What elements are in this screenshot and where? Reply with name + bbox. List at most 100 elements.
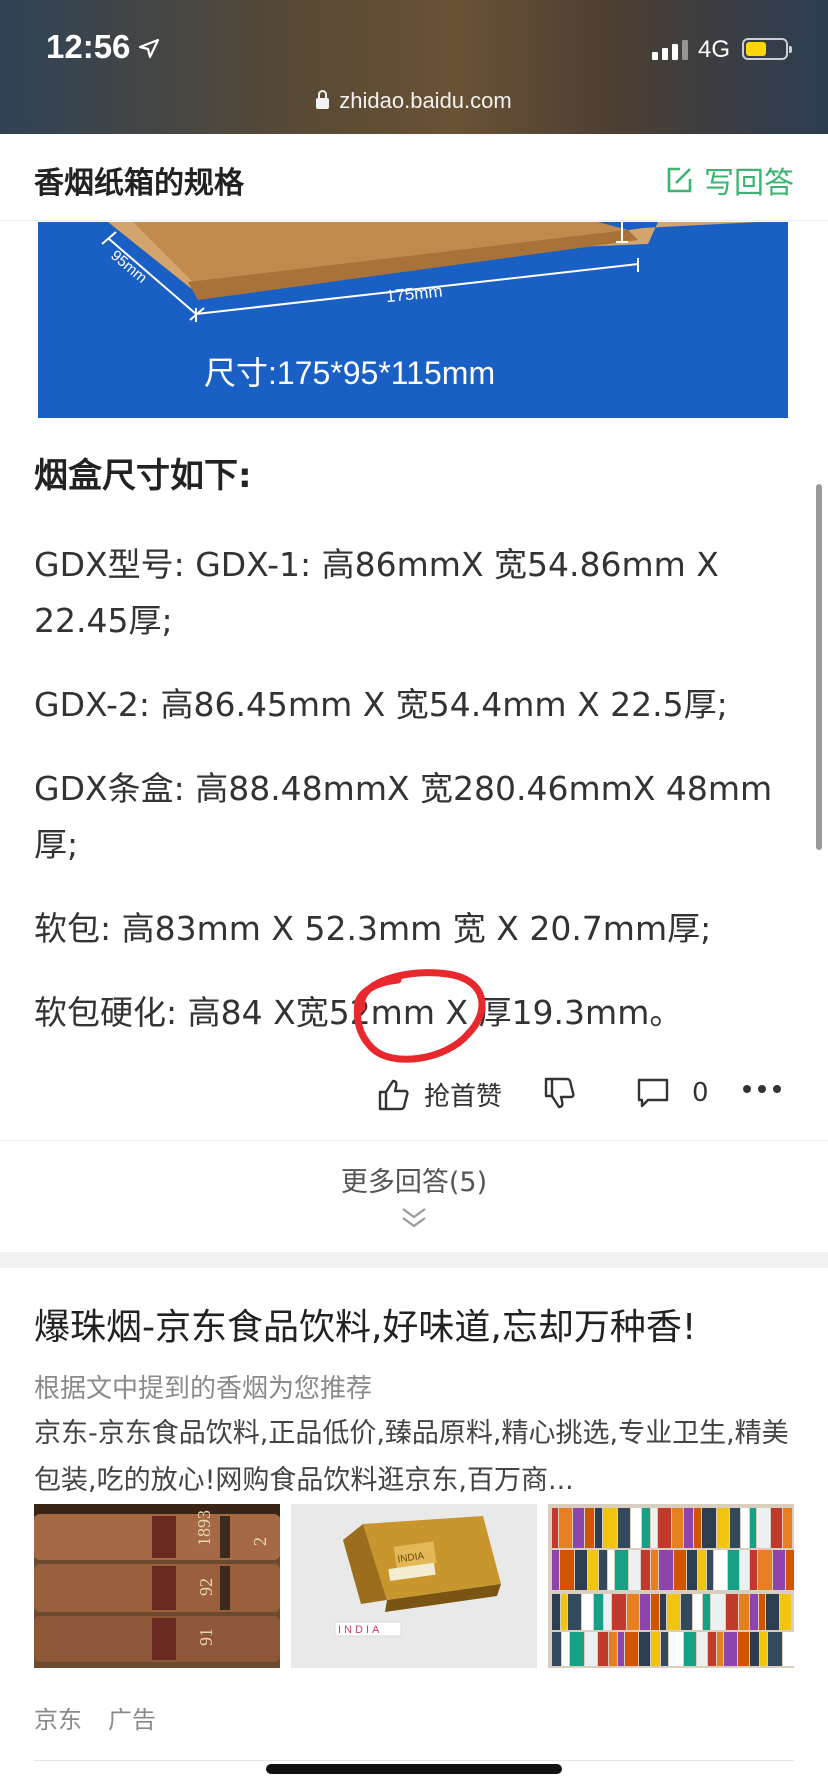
thumbs-up-icon — [378, 1079, 409, 1110]
book-spine — [640, 1594, 650, 1630]
book-spine — [627, 1594, 639, 1630]
book-spine — [750, 1594, 758, 1630]
network-type: 4G — [698, 36, 731, 63]
answer-paragraph: 软包: 高83mm X 52.3mm 宽 X 20.7mm厚; — [34, 909, 712, 948]
book-spine — [717, 1508, 729, 1548]
book-spine — [615, 1550, 628, 1590]
answer-heading: 烟盒尺寸如下: — [34, 456, 252, 496]
ad-image-row: 1893 92 91 2 INDIA INDIA — [34, 1504, 794, 1668]
answer-actions: 抢首赞 0 — [0, 1076, 828, 1122]
book-spine — [728, 1550, 739, 1590]
book-spine — [783, 1508, 792, 1548]
book-spine — [641, 1550, 650, 1590]
book-spine — [681, 1594, 692, 1630]
book-spine — [693, 1594, 702, 1630]
book-spine — [552, 1594, 560, 1630]
section-separator — [0, 1252, 828, 1268]
book-spine — [773, 1550, 785, 1590]
book-spine — [573, 1508, 584, 1548]
book-spine — [684, 1632, 696, 1666]
more-answers-link[interactable]: 更多回答(5) — [0, 1160, 828, 1199]
answer-paragraph: GDX-2: 高86.45mm X 宽54.4mm X 22.5厚; — [34, 685, 728, 724]
book-spine — [783, 1632, 794, 1666]
double-chevron-down-icon[interactable] — [400, 1206, 428, 1230]
dim-width-label: 95mm — [107, 247, 150, 287]
book-spine — [568, 1594, 581, 1630]
home-indicator[interactable] — [266, 1764, 562, 1774]
ad-reason: 根据文中提到的香烟为您推荐 — [34, 1374, 373, 1404]
book-spine — [608, 1550, 614, 1590]
signal-icon — [652, 40, 688, 60]
book-spine — [585, 1508, 594, 1548]
more-options-button[interactable] — [742, 1084, 782, 1094]
book-spine — [674, 1550, 686, 1590]
book-spine — [631, 1508, 641, 1548]
book-spine — [629, 1550, 640, 1590]
answer-paragraph: GDX型号: GDX-1: 高86mmX 宽54.86mm X 22.45厚; — [34, 545, 719, 640]
carton-dimension-image[interactable]: 95mm 175mm 尺寸:175*95*115mm — [38, 222, 788, 418]
book-spine — [711, 1594, 725, 1630]
book-spine — [766, 1594, 779, 1630]
book-spine — [559, 1508, 572, 1548]
book-spine — [575, 1550, 587, 1590]
book-spine — [697, 1632, 707, 1666]
book-spine — [694, 1508, 701, 1548]
book-spine — [552, 1508, 558, 1548]
book-spine — [552, 1550, 559, 1590]
book-spine — [667, 1594, 680, 1630]
answer-paragraph: GDX条盒: 高88.48mmX 宽280.46mmX 48mm厚; — [34, 769, 773, 864]
page-title: 香烟纸箱的规格 — [34, 166, 244, 201]
book-spine — [740, 1550, 749, 1590]
ad-tag: 广告 — [108, 1706, 156, 1734]
old-books-image[interactable]: 1893 92 91 2 — [34, 1504, 280, 1668]
book-spine — [741, 1508, 749, 1548]
gold-bar-image[interactable]: INDIA INDIA — [291, 1504, 537, 1668]
scrollbar[interactable] — [816, 484, 822, 850]
book-spine — [639, 1632, 650, 1666]
book-spine — [738, 1632, 749, 1666]
comment-icon — [637, 1078, 669, 1108]
book-spine — [707, 1550, 713, 1590]
url-bar[interactable]: zhidao.baidu.com — [0, 88, 828, 114]
book-spine — [739, 1594, 749, 1630]
book-spine — [651, 1632, 660, 1666]
ad-description[interactable]: 京东-京东食品饮料,正品低价,臻品原料,精心挑选,专业卫生,精美包装,吃的放心!… — [34, 1410, 794, 1504]
write-answer-button[interactable]: 写回答 — [664, 158, 794, 202]
book-spine — [708, 1632, 716, 1666]
book-spine — [780, 1594, 791, 1630]
carton-illustration: 95mm 175mm 尺寸:175*95*115mm — [101, 222, 758, 391]
book-spine — [758, 1550, 772, 1590]
book-spine — [618, 1508, 630, 1548]
book-spine — [570, 1632, 584, 1666]
bookshelf-image[interactable] — [548, 1504, 794, 1668]
book-spine — [760, 1632, 767, 1666]
book-spine — [562, 1632, 569, 1666]
book-spine — [768, 1632, 782, 1666]
book-spine — [651, 1550, 658, 1590]
book-spine — [730, 1508, 740, 1548]
book-spine — [651, 1508, 657, 1548]
edit-icon — [667, 167, 692, 193]
ad-source[interactable]: 京东 — [34, 1700, 82, 1735]
book-spine — [669, 1632, 683, 1666]
status-bar: 12:56 4G zhidao.baidu.com — [0, 0, 828, 134]
battery-icon — [742, 38, 792, 60]
dislike-button[interactable] — [542, 1076, 576, 1110]
ad-title-link[interactable]: 爆珠烟-京东食品饮料,好味道,忘却万种香! — [34, 1298, 696, 1350]
book-spine — [560, 1550, 574, 1590]
book-spine — [724, 1632, 737, 1666]
book-spine — [561, 1594, 567, 1630]
book-spine — [599, 1550, 607, 1590]
book-spine — [786, 1550, 794, 1590]
book-spine — [585, 1632, 597, 1666]
book-spine — [618, 1632, 624, 1666]
red-handdrawn-circle — [353, 969, 486, 1063]
comment-button[interactable]: 0 — [636, 1076, 709, 1110]
like-button[interactable]: 抢首赞 — [376, 1076, 502, 1113]
book-spine — [703, 1594, 710, 1630]
book-spine — [698, 1550, 706, 1590]
book-spine — [726, 1594, 738, 1630]
book-spine — [588, 1550, 598, 1590]
status-time: 12:56 — [46, 28, 131, 65]
book-spine — [672, 1508, 683, 1548]
